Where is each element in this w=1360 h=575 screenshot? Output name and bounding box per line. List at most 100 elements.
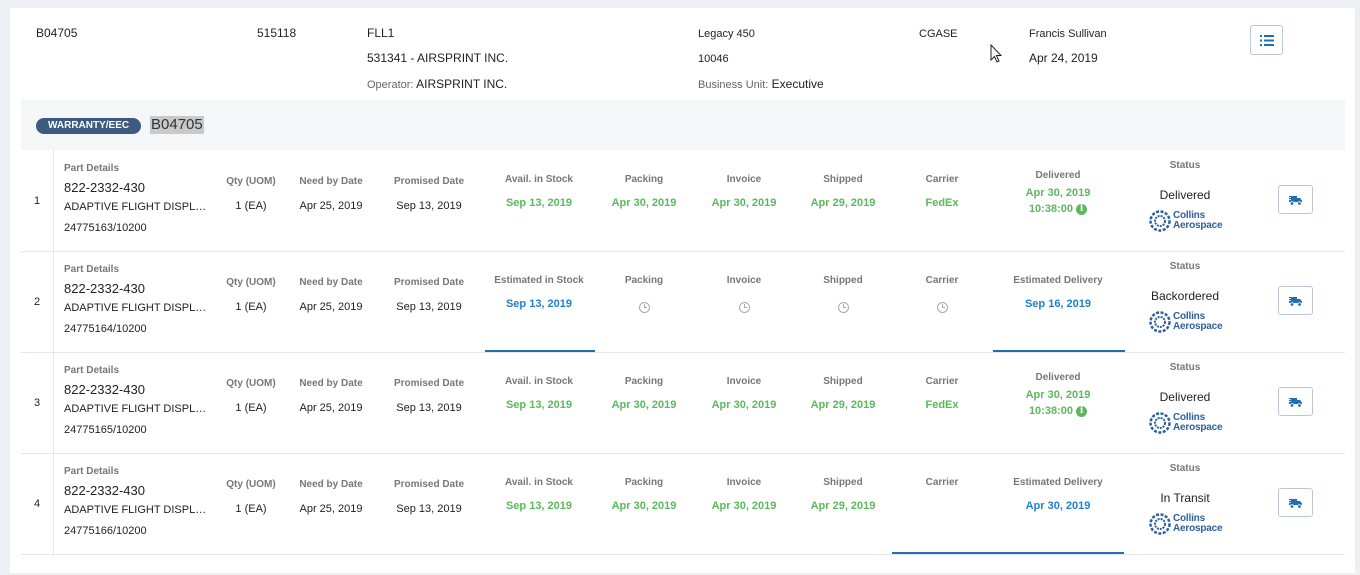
status-label: Status [1169,362,1201,373]
delivery-time: 10:38:00 [1028,405,1073,417]
promised-date-cell: Promised Date Sep 13, 2019 [381,176,477,212]
delivery-label: Delivered [1035,170,1081,181]
part-po-number: 24775165/10200 [64,424,147,436]
truck-icon [1287,296,1302,307]
need-by-date-value: Apr 25, 2019 [299,402,363,414]
order-type-badge: WARRANTY/EEC [36,118,142,134]
shipped-cell: Shipped Apr 29, 2019 [793,174,893,209]
carrier-cell: Carrier [892,275,992,318]
qty-uom-value: 1 (EA) [235,503,267,515]
row-number: 3 [21,352,54,453]
shipment-tracking-button[interactable] [1278,387,1313,416]
stock-cell: Avail. in Stock Sep 13, 2019 [483,477,595,512]
operator-value: AIRSPRINT INC. [416,77,508,91]
collins-aerospace-logo: Collins Aerospace [1149,513,1223,535]
part-po-number: 24775163/10200 [64,222,147,234]
qty-uom-value: 1 (EA) [235,301,267,313]
part-po-number: 24775164/10200 [64,323,147,335]
info-icon[interactable]: i [1076,405,1088,417]
header-order-id: B04705 [36,26,78,40]
invoice-cell: Invoice [694,275,794,318]
logo-line2: Aerospace [1173,220,1223,231]
shipment-tracking-button[interactable] [1278,286,1313,315]
shipped-label: Shipped [823,376,863,387]
header-customer: 531341 - AIRSPRINT INC. [367,51,509,65]
packing-cell: Packing Apr 30, 2019 [594,174,694,209]
invoice-date: Apr 30, 2019 [711,399,777,411]
qty-uom-cell: Qty (UOM) 1 (EA) [216,378,286,414]
invoice-label: Invoice [726,376,762,387]
table-row: 4 Part Details 822-2332-430 ADAPTIVE FLIGHT… [21,453,1345,555]
part-details-label: Part Details [64,365,120,376]
need-by-date-label: Need by Date [299,479,363,490]
part-details-label: Part Details [64,264,120,275]
status-label: Status [1169,463,1201,474]
stock-label: Avail. in Stock [505,376,573,387]
invoice-date: Apr 30, 2019 [711,500,777,512]
delivery-label: Estimated Delivery [1013,275,1103,286]
stock-label: Estimated in Stock [494,275,584,286]
promised-date-value: Sep 13, 2019 [396,301,462,313]
header-operator: Operator: AIRSPRINT INC. [367,77,507,92]
need-by-date-cell: Need by Date Apr 25, 2019 [291,176,371,212]
collins-aerospace-logo: Collins Aerospace [1149,412,1223,434]
delivery-label: Estimated Delivery [1013,477,1103,488]
shipped-cell: Shipped [793,275,893,318]
promised-date-label: Promised Date [393,277,465,288]
qty-uom-value: 1 (EA) [235,200,267,212]
shipped-date: Apr 29, 2019 [810,399,876,411]
header-account-no: 515118 [257,26,297,40]
collins-logo-icon [1149,311,1171,333]
logo-line2: Aerospace [1173,422,1223,433]
status-cell: Status Backordered [1133,261,1237,303]
part-number[interactable]: 822-2332-430 [64,180,145,195]
status-value: Delivered [1159,390,1211,404]
order-id-highlight: B04705 [150,116,204,134]
qty-uom-cell: Qty (UOM) 1 (EA) [216,479,286,515]
logo-line2: Aerospace [1173,523,1223,534]
table-row: 3 Part Details 822-2332-430 ADAPTIVE FLIGHT… [21,352,1345,454]
part-description: ADAPTIVE FLIGHT DISPLAY [64,201,209,213]
header-location: FLL1 [367,26,395,40]
carrier-label: Carrier [925,275,959,286]
header-date: Apr 24, 2019 [1029,51,1098,65]
mouse-cursor-icon [990,44,1003,63]
header-business-unit: Business Unit: Executive [698,77,824,92]
packing-date: Apr 30, 2019 [611,399,677,411]
invoice-cell: Invoice Apr 30, 2019 [694,477,794,512]
part-number[interactable]: 822-2332-430 [64,382,145,397]
invoice-cell: Invoice Apr 30, 2019 [694,376,794,411]
collins-aerospace-logo: Collins Aerospace [1149,210,1223,232]
info-icon[interactable]: i [1076,203,1088,215]
collins-logo-icon [1149,210,1171,232]
table-row: 2 Part Details 822-2332-430 ADAPTIVE FLIGHT… [21,251,1345,353]
part-number[interactable]: 822-2332-430 [64,483,145,498]
part-number[interactable]: 822-2332-430 [64,281,145,296]
clock-icon [638,302,650,313]
shipment-tracking-button[interactable] [1278,185,1313,214]
stock-date: Sep 13, 2019 [505,399,573,411]
need-by-date-cell: Need by Date Apr 25, 2019 [291,378,371,414]
collins-logo-text: Collins Aerospace [1173,211,1223,231]
need-by-date-label: Need by Date [299,378,363,389]
delivery-underline [892,552,1124,554]
truck-icon [1287,397,1302,408]
collins-logo-icon [1149,513,1171,535]
status-cell: Status In Transit [1133,463,1237,505]
status-label: Status [1169,261,1201,272]
delivery-cell: Estimated Delivery Apr 30, 2019 [993,477,1123,512]
packing-label: Packing [624,477,664,488]
delivery-date: Apr 30, 2019 [1025,187,1091,199]
qty-uom-cell: Qty (UOM) 1 (EA) [216,277,286,313]
delivery-date: Sep 16, 2019 [1024,298,1092,310]
list-menu-button[interactable] [1250,25,1283,55]
shipment-tracking-button[interactable] [1278,488,1313,517]
qty-uom-label: Qty (UOM) [226,479,276,490]
stock-cell: Estimated in Stock Sep 13, 2019 [483,275,595,310]
promised-date-value: Sep 13, 2019 [396,503,462,515]
carrier-label: Carrier [925,477,959,488]
packing-pending [594,300,694,318]
shipped-label: Shipped [823,275,863,286]
clock-icon [738,302,750,313]
delivery-cell: Estimated Delivery Sep 16, 2019 [993,275,1123,310]
